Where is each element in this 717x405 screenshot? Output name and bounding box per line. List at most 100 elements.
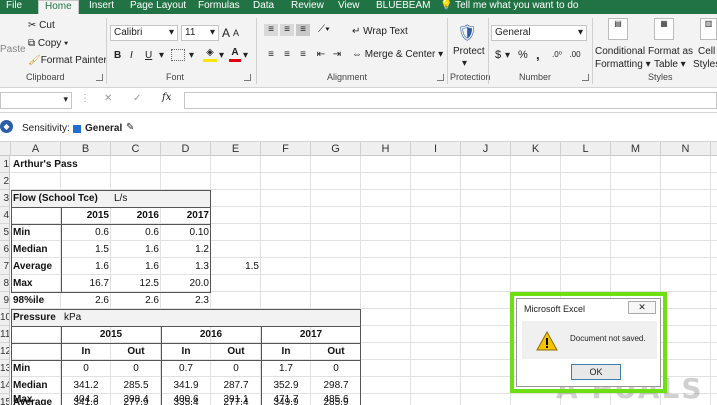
number-format-select[interactable]: General ▾: [491, 25, 587, 41]
align-left-icon[interactable]: ≡: [264, 49, 278, 61]
table-cell[interactable]: 398.4: [111, 394, 161, 405]
align-middle-icon[interactable]: ≡: [280, 24, 294, 36]
column-header[interactable]: K: [511, 142, 561, 156]
row-header[interactable]: 11: [0, 326, 9, 343]
tab-data[interactable]: Data: [253, 0, 274, 14]
column-header[interactable]: F: [261, 142, 311, 156]
pencil-icon[interactable]: ✎: [126, 122, 134, 133]
row-header[interactable]: 13: [0, 360, 9, 377]
protect-button[interactable]: Protect: [453, 46, 485, 57]
year-header[interactable]: 2015: [61, 326, 161, 343]
cut-button[interactable]: ✂ Cut: [28, 20, 55, 31]
orientation-icon[interactable]: ⟋▾: [316, 24, 332, 36]
tab-home[interactable]: Home: [38, 0, 79, 14]
decrease-decimal-icon[interactable]: .00: [568, 49, 582, 61]
in-out-header[interactable]: Out: [211, 343, 261, 360]
row-label[interactable]: Min: [13, 360, 30, 377]
underline-button[interactable]: U: [145, 50, 152, 61]
year-header[interactable]: 2016: [111, 207, 159, 224]
table-cell[interactable]: 341.2: [61, 377, 111, 394]
row-header[interactable]: 7: [0, 258, 9, 275]
column-header[interactable]: M: [611, 142, 661, 156]
align-top-icon[interactable]: ≡: [264, 24, 278, 36]
format-as-table-sub[interactable]: Table ▾: [654, 59, 686, 70]
table-cell[interactable]: 0.7: [161, 360, 211, 377]
column-header[interactable]: N: [661, 142, 711, 156]
enter-icon[interactable]: ✓: [133, 93, 141, 104]
table-cell[interactable]: 352.9: [261, 377, 311, 394]
currency-button[interactable]: $: [495, 49, 501, 61]
table-cell[interactable]: 471.7: [261, 394, 311, 405]
table-cell[interactable]: 2.6: [61, 292, 109, 309]
table-cell[interactable]: 400.6: [161, 394, 211, 405]
row-label[interactable]: Min: [13, 224, 30, 241]
grow-font-button[interactable]: A: [222, 26, 230, 40]
table-cell[interactable]: 1.2: [161, 241, 209, 258]
tab-formulas[interactable]: Formulas: [198, 0, 240, 14]
in-out-header[interactable]: Out: [311, 343, 361, 360]
table-cell[interactable]: 1.6: [111, 258, 159, 275]
row-label[interactable]: Average: [13, 258, 52, 275]
borders-icon[interactable]: [171, 49, 185, 61]
table-cell[interactable]: 0.10: [161, 224, 209, 241]
number-launcher-icon[interactable]: [582, 74, 589, 81]
align-center-icon[interactable]: ≡: [280, 49, 294, 61]
select-all-corner[interactable]: [0, 142, 11, 156]
table-cell[interactable]: 287.7: [211, 377, 261, 394]
row-header[interactable]: 8: [0, 275, 9, 292]
paste-button[interactable]: Paste: [0, 44, 26, 55]
table-cell[interactable]: 12.5: [111, 275, 159, 292]
table-cell[interactable]: 0: [311, 360, 361, 377]
table-cell[interactable]: 2.3: [161, 292, 209, 309]
increase-decimal-icon[interactable]: .0⁰: [550, 49, 564, 61]
tell-me-search[interactable]: 💡 Tell me what you want to do: [440, 0, 578, 11]
column-header[interactable]: D: [161, 142, 211, 156]
row-label[interactable]: Median: [13, 377, 47, 394]
fill-color-icon[interactable]: ◈: [203, 47, 217, 62]
italic-button[interactable]: I: [130, 50, 133, 61]
close-button[interactable]: ✕: [628, 301, 656, 314]
comma-button[interactable]: ,: [536, 47, 540, 62]
table-cell[interactable]: 285.5: [111, 377, 161, 394]
font-color-button[interactable]: A: [229, 47, 241, 62]
flow-label[interactable]: Flow (School Tce): [13, 190, 98, 207]
year-header[interactable]: 2017: [261, 326, 361, 343]
wrap-text-button[interactable]: ↵ Wrap Text: [352, 26, 408, 37]
table-cell[interactable]: 1.5: [61, 241, 109, 258]
ok-button[interactable]: OK: [571, 364, 621, 380]
chevron-down-icon[interactable]: ▾: [189, 50, 194, 62]
row-label[interactable]: Median: [13, 241, 47, 258]
chevron-down-icon[interactable]: ▾: [505, 50, 510, 62]
sensitivity-value[interactable]: General: [85, 123, 122, 134]
shield-icon[interactable]: 🛡: [457, 24, 477, 44]
clipboard-launcher-icon[interactable]: [96, 74, 103, 81]
chevron-down-icon[interactable]: ▾: [462, 58, 467, 70]
format-painter-button[interactable]: 🖌Format Painter: [28, 55, 107, 66]
tab-review[interactable]: Review: [291, 0, 324, 14]
column-header[interactable]: H: [361, 142, 411, 156]
font-launcher-icon[interactable]: [244, 74, 251, 81]
copy-button[interactable]: ⧉ Copy ▾: [28, 38, 68, 49]
conditional-formatting-sub[interactable]: Formatting ▾: [595, 59, 651, 70]
table-cell[interactable]: 0.6: [61, 224, 109, 241]
column-header[interactable]: G: [311, 142, 361, 156]
cancel-icon[interactable]: ✕: [104, 93, 112, 104]
table-cell[interactable]: 391.1: [211, 394, 261, 405]
table-cell[interactable]: 0: [211, 360, 261, 377]
year-header[interactable]: 2016: [161, 326, 261, 343]
row-label[interactable]: Max: [13, 394, 32, 405]
table-cell[interactable]: 1.6: [61, 258, 109, 275]
table-cell[interactable]: 16.7: [61, 275, 109, 292]
column-header[interactable]: L: [561, 142, 611, 156]
chevron-down-icon[interactable]: ▾: [243, 50, 248, 62]
year-header[interactable]: 2015: [61, 207, 109, 224]
row-header[interactable]: 10: [0, 309, 9, 326]
conditional-formatting-button[interactable]: Conditional: [595, 46, 645, 57]
table-cell[interactable]: 1.3: [161, 258, 209, 275]
row-header[interactable]: 2: [0, 173, 9, 190]
tab-bluebeam[interactable]: BLUEBEAM: [376, 0, 430, 14]
in-out-header[interactable]: In: [61, 343, 111, 360]
tab-page-layout[interactable]: Page Layout: [130, 0, 186, 14]
cell-e7[interactable]: 1.5: [211, 258, 259, 275]
row-header[interactable]: 12: [0, 343, 9, 360]
